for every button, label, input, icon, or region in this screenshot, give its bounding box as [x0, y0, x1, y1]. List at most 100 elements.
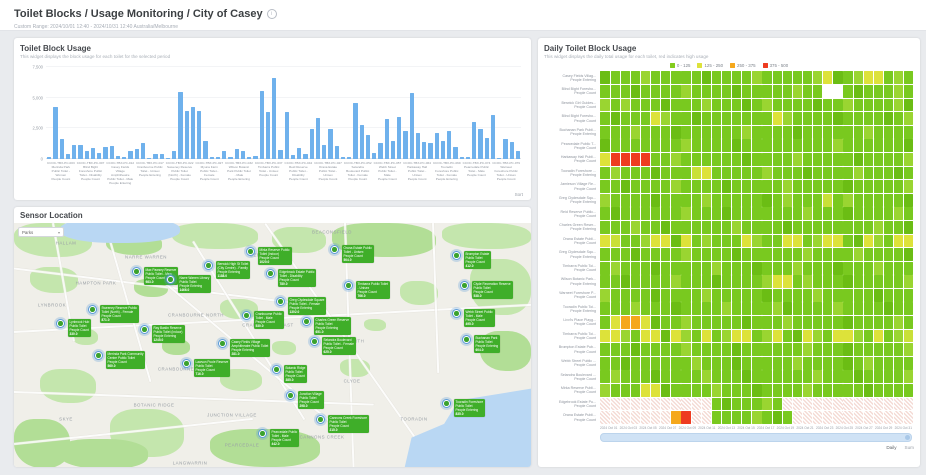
heatmap-cell[interactable]: [874, 126, 883, 139]
heatmap-cell[interactable]: [692, 71, 701, 84]
legend-item[interactable]: 375 - 500: [763, 63, 789, 68]
heatmap-cell[interactable]: [671, 275, 680, 288]
heatmap-cell[interactable]: [783, 85, 792, 98]
heatmap-cell[interactable]: [600, 153, 609, 166]
heatmap-cell[interactable]: [661, 167, 670, 180]
heatmap-cell[interactable]: [793, 99, 802, 112]
heatmap-cell[interactable]: [722, 289, 731, 302]
bar[interactable]: [147, 158, 151, 159]
heatmap-cell[interactable]: [681, 207, 690, 220]
heatmap-cell[interactable]: [671, 167, 680, 180]
heatmap-cell[interactable]: [803, 180, 812, 193]
heatmap-cell[interactable]: [712, 316, 721, 329]
heatmap-cell[interactable]: [773, 85, 782, 98]
bar[interactable]: [460, 157, 464, 159]
heatmap-cell[interactable]: [833, 398, 842, 411]
bar[interactable]: [428, 143, 432, 159]
heatmap-cell[interactable]: [742, 357, 751, 370]
heatmap-cell[interactable]: [600, 71, 609, 84]
bar[interactable]: [178, 92, 182, 159]
heatmap-cell[interactable]: [783, 302, 792, 315]
heatmap-cell[interactable]: [803, 330, 812, 343]
heatmap-cell[interactable]: [843, 370, 852, 383]
heatmap-cell[interactable]: [833, 330, 842, 343]
heatmap-cell[interactable]: [621, 99, 630, 112]
heatmap-cell[interactable]: [904, 85, 913, 98]
heatmap-cell[interactable]: [884, 275, 893, 288]
heatmap-cell[interactable]: [783, 235, 792, 248]
heatmap-cell[interactable]: [813, 275, 822, 288]
bar[interactable]: [153, 154, 157, 159]
heatmap-cell[interactable]: [854, 71, 863, 84]
heatmap-cell[interactable]: [752, 126, 761, 139]
map-pin-icon[interactable]: [442, 399, 451, 408]
bar[interactable]: [341, 157, 345, 159]
heatmap-cell[interactable]: [712, 207, 721, 220]
heatmap-cell[interactable]: [722, 112, 731, 125]
heatmap-cell[interactable]: [621, 275, 630, 288]
heatmap-cell[interactable]: [671, 357, 680, 370]
heatmap-cell[interactable]: [864, 302, 873, 315]
heatmap-cell[interactable]: [813, 207, 822, 220]
heatmap-cell[interactable]: [833, 112, 842, 125]
heatmap-cell[interactable]: [681, 370, 690, 383]
heatmap-cell[interactable]: [783, 384, 792, 397]
heatmap-cell[interactable]: [681, 411, 690, 424]
map-pin-icon[interactable]: [276, 297, 285, 306]
heatmap-cell[interactable]: [641, 207, 650, 220]
heatmap-cell[interactable]: [783, 343, 792, 356]
heatmap-cell[interactable]: [864, 262, 873, 275]
heatmap-cell[interactable]: [762, 357, 771, 370]
heatmap-cell[interactable]: [854, 167, 863, 180]
heatmap-cell[interactable]: [813, 302, 822, 315]
heatmap-cell[interactable]: [884, 207, 893, 220]
bar[interactable]: [278, 150, 282, 159]
heatmap-cell[interactable]: [621, 384, 630, 397]
heatmap-cell[interactable]: [813, 180, 822, 193]
heatmap-cell[interactable]: [621, 302, 630, 315]
heatmap-cell[interactable]: [884, 112, 893, 125]
heatmap-cell[interactable]: [661, 398, 670, 411]
heatmap-cell[interactable]: [773, 398, 782, 411]
heatmap-cell[interactable]: [641, 248, 650, 261]
heatmap-cell[interactable]: [641, 289, 650, 302]
heatmap-cell[interactable]: [783, 153, 792, 166]
bar[interactable]: [485, 138, 489, 159]
heatmap-cell[interactable]: [661, 99, 670, 112]
heatmap-cell[interactable]: [732, 262, 741, 275]
map-pin-icon[interactable]: [182, 359, 191, 368]
heatmap-cell[interactable]: [803, 357, 812, 370]
heatmap-cell[interactable]: [681, 248, 690, 261]
heatmap-cell[interactable]: [833, 99, 842, 112]
heatmap-cell[interactable]: [752, 275, 761, 288]
heatmap-cell[interactable]: [621, 235, 630, 248]
heatmap-cell[interactable]: [752, 343, 761, 356]
heatmap-cell[interactable]: [692, 384, 701, 397]
sensor-marker[interactable]: Charles Green ReservePublic ToiletPeople…: [302, 317, 351, 335]
heatmap-cell[interactable]: [600, 207, 609, 220]
heatmap-cell[interactable]: [813, 235, 822, 248]
heatmap-cell[interactable]: [631, 275, 640, 288]
heatmap-cell[interactable]: [773, 126, 782, 139]
heatmap-cell[interactable]: [611, 384, 620, 397]
heatmap-cell[interactable]: [843, 167, 852, 180]
heatmap-cell[interactable]: [762, 275, 771, 288]
heatmap-cell[interactable]: [671, 85, 680, 98]
heatmap-cell[interactable]: [641, 411, 650, 424]
heatmap-cell[interactable]: [681, 71, 690, 84]
heatmap-cell[interactable]: [823, 85, 832, 98]
sensor-marker[interactable]: Webb Street PublicToilet - MalePeople Co…: [452, 309, 495, 327]
heatmap-cell[interactable]: [843, 343, 852, 356]
bar[interactable]: [453, 147, 457, 159]
heatmap-cell[interactable]: [823, 248, 832, 261]
heatmap-cell[interactable]: [671, 71, 680, 84]
heatmap-cell[interactable]: [651, 194, 660, 207]
heatmap-cell[interactable]: [854, 289, 863, 302]
heatmap-cell[interactable]: [773, 316, 782, 329]
bar[interactable]: [472, 122, 476, 159]
heatmap-cell[interactable]: [692, 248, 701, 261]
heatmap-cell[interactable]: [681, 235, 690, 248]
heatmap-cell[interactable]: [904, 235, 913, 248]
heatmap-cell[interactable]: [904, 71, 913, 84]
heatmap-cell[interactable]: [833, 71, 842, 84]
